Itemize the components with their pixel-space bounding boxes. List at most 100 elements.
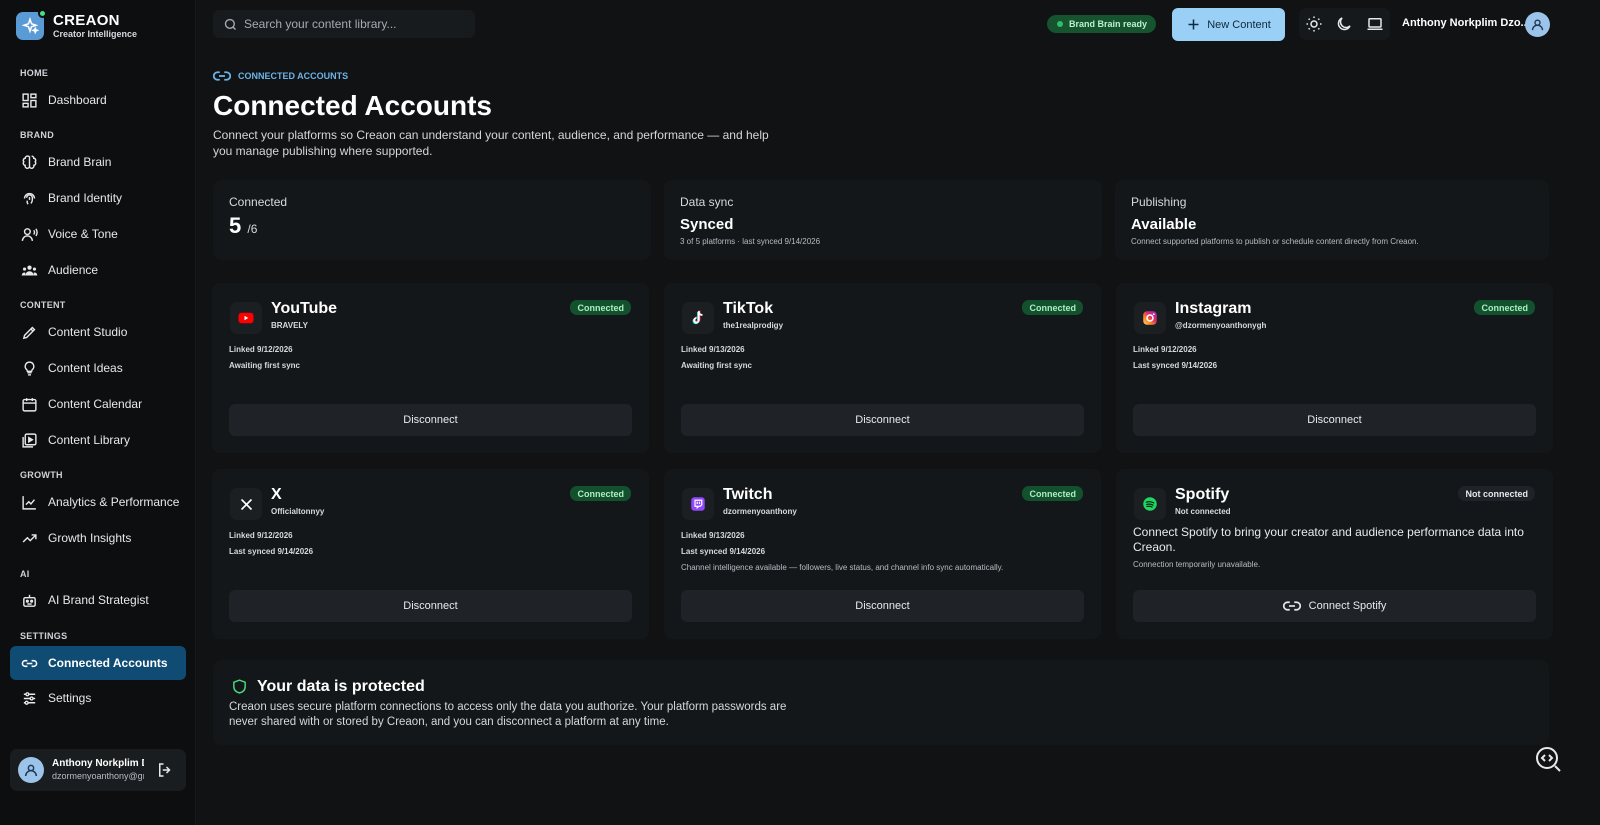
platform-name: Twitch bbox=[723, 486, 773, 503]
stat-publishing: Publishing Available Connect supported p… bbox=[1115, 180, 1549, 260]
sync-status: Last synced 9/14/2026 bbox=[681, 547, 766, 556]
sidebar-item-ai-strategist[interactable]: AI Brand Strategist bbox=[10, 583, 186, 617]
laptop-icon[interactable] bbox=[1366, 15, 1384, 33]
sidebar-item-brand-brain[interactable]: Brand Brain bbox=[10, 145, 186, 179]
linked-date: Linked 9/12/2026 bbox=[1133, 345, 1197, 354]
stat-data-sync: Data sync Synced 3 of 5 platforms · last… bbox=[664, 180, 1102, 260]
sidebar-item-label: Settings bbox=[48, 691, 92, 705]
spotify-icon bbox=[1134, 488, 1166, 520]
sidebar-item-label: Brand Identity bbox=[48, 191, 123, 205]
calendar-icon bbox=[22, 397, 37, 412]
sidebar-item-content-calendar[interactable]: Content Calendar bbox=[10, 387, 186, 421]
sidebar-item-label: AI Brand Strategist bbox=[48, 593, 149, 607]
status-badge: Connected bbox=[1022, 486, 1083, 501]
data-protection-panel: Your data is protected Creaon uses secur… bbox=[213, 660, 1549, 745]
linked-date: Linked 9/13/2026 bbox=[681, 531, 745, 540]
sidebar-user-card[interactable]: Anthony Norkplim Dzormenyo dzormenyoanth… bbox=[10, 749, 186, 791]
sidebar-item-label: Brand Brain bbox=[48, 155, 112, 169]
sidebar-item-brand-identity[interactable]: Brand Identity bbox=[10, 181, 186, 215]
sidebar-item-analytics[interactable]: Analytics & Performance bbox=[10, 485, 186, 519]
sidebar-item-label: Content Ideas bbox=[48, 361, 123, 375]
sun-icon[interactable] bbox=[1305, 15, 1323, 33]
sidebar-item-label: Dashboard bbox=[48, 93, 107, 107]
platform-handle: the1realprodigy bbox=[723, 321, 784, 330]
robot-icon bbox=[23, 594, 36, 607]
connect-spotify-button[interactable]: Connect Spotify bbox=[1133, 590, 1536, 622]
plus-icon bbox=[1188, 19, 1199, 30]
section-content: CONTENT bbox=[20, 300, 66, 310]
sidebar-item-label: Connected Accounts bbox=[48, 656, 168, 670]
brand-brain-status-label: Brand Brain ready bbox=[1069, 19, 1148, 29]
stat-label: Publishing bbox=[1131, 195, 1187, 209]
sidebar-item-growth-insights[interactable]: Growth Insights bbox=[10, 521, 186, 555]
sidebar-item-label: Analytics & Performance bbox=[48, 495, 180, 509]
status-badge: Not connected bbox=[1458, 486, 1535, 501]
page-description: Connect your platforms so Creaon can und… bbox=[213, 128, 769, 158]
connected-total: /6 bbox=[247, 222, 258, 236]
disconnect-button[interactable]: Disconnect bbox=[681, 590, 1084, 622]
code-toggle-icon[interactable] bbox=[1534, 745, 1562, 773]
sync-status: Last synced 9/14/2026 bbox=[1133, 361, 1218, 370]
shield-icon bbox=[233, 679, 246, 694]
stat-detail: Connect supported platforms to publish o… bbox=[1131, 237, 1419, 246]
disconnect-button[interactable]: Disconnect bbox=[229, 404, 632, 436]
linked-date: Linked 9/12/2026 bbox=[229, 531, 293, 540]
status-badge: Connected bbox=[570, 300, 631, 315]
section-growth: GROWTH bbox=[20, 470, 63, 480]
platform-name: Instagram bbox=[1175, 300, 1252, 317]
connect-spotify-label: Connect Spotify bbox=[1308, 600, 1387, 612]
account-card-spotify: Spotify Not connected Not connected Conn… bbox=[1116, 469, 1553, 639]
stat-value: Available bbox=[1131, 216, 1197, 233]
sidebar-item-dashboard[interactable]: Dashboard bbox=[10, 83, 186, 117]
sidebar-item-content-library[interactable]: Content Library bbox=[10, 423, 186, 457]
platform-handle: Not connected bbox=[1175, 507, 1231, 516]
sidebar-item-content-ideas[interactable]: Content Ideas bbox=[10, 351, 186, 385]
platform-name: YouTube bbox=[271, 300, 338, 317]
disconnect-button[interactable]: Disconnect bbox=[1133, 404, 1536, 436]
pencil-icon bbox=[22, 326, 36, 339]
video-library-icon bbox=[22, 432, 37, 448]
logout-icon[interactable] bbox=[156, 761, 174, 779]
voice-icon bbox=[21, 227, 38, 241]
account-card-x: X Officialtonnyy Connected Linked 9/12/2… bbox=[212, 469, 649, 639]
sync-status: Last synced 9/14/2026 bbox=[229, 547, 314, 556]
page-title: Connected Accounts bbox=[213, 90, 492, 121]
moon-icon[interactable] bbox=[1335, 15, 1353, 33]
sliders-icon bbox=[23, 691, 36, 705]
linked-date: Linked 9/12/2026 bbox=[229, 345, 293, 354]
status-badge: Connected bbox=[1474, 300, 1535, 315]
brand[interactable]: CREAON Creator Intelligence bbox=[16, 9, 137, 40]
linked-date: Linked 9/13/2026 bbox=[681, 345, 745, 354]
breadcrumb: CONNECTED ACCOUNTS bbox=[213, 70, 348, 82]
protection-title: Your data is protected bbox=[231, 677, 425, 696]
sparkle-logo-icon bbox=[16, 9, 47, 40]
disconnect-button[interactable]: Disconnect bbox=[681, 404, 1084, 436]
sidebar-user-email: dzormenyoanthony@gmail.com bbox=[52, 771, 144, 781]
section-brand: BRAND bbox=[20, 130, 54, 140]
connection-note: Connection temporarily unavailable. bbox=[1133, 560, 1261, 569]
account-card-youtube: YouTube BRAVELY Connected Linked 9/12/20… bbox=[212, 283, 649, 453]
search-input[interactable] bbox=[244, 17, 464, 31]
fingerprint-icon bbox=[23, 192, 36, 205]
connect-prompt: Connect Spotify to bring your creator an… bbox=[1133, 525, 1524, 554]
sidebar-item-content-studio[interactable]: Content Studio bbox=[10, 315, 186, 349]
breadcrumb-label: CONNECTED ACCOUNTS bbox=[238, 71, 349, 81]
disconnect-button[interactable]: Disconnect bbox=[229, 590, 632, 622]
status-dot-icon bbox=[1057, 21, 1063, 27]
protection-text: Creaon uses secure platform connections … bbox=[229, 701, 787, 728]
platform-handle: Officialtonnyy bbox=[271, 507, 325, 516]
dashboard-icon bbox=[22, 92, 37, 108]
sidebar-item-connected-accounts[interactable]: Connected Accounts bbox=[10, 646, 186, 680]
stat-value: 5 /6 bbox=[229, 213, 635, 239]
new-content-button[interactable]: New Content bbox=[1172, 8, 1285, 41]
sidebar-item-voice-tone[interactable]: Voice & Tone bbox=[10, 217, 186, 251]
header-user-name[interactable]: Anthony Norkplim Dzo... bbox=[1402, 17, 1530, 29]
trending-up-icon bbox=[22, 533, 37, 543]
stat-value: Synced bbox=[680, 216, 734, 233]
sidebar-item-settings[interactable]: Settings bbox=[10, 681, 186, 715]
sidebar-item-audience[interactable]: Audience bbox=[10, 253, 186, 287]
stat-label: Data sync bbox=[680, 195, 734, 209]
connected-count: 5 bbox=[229, 213, 242, 238]
header-avatar[interactable] bbox=[1525, 12, 1550, 37]
search-bar[interactable] bbox=[213, 10, 475, 38]
